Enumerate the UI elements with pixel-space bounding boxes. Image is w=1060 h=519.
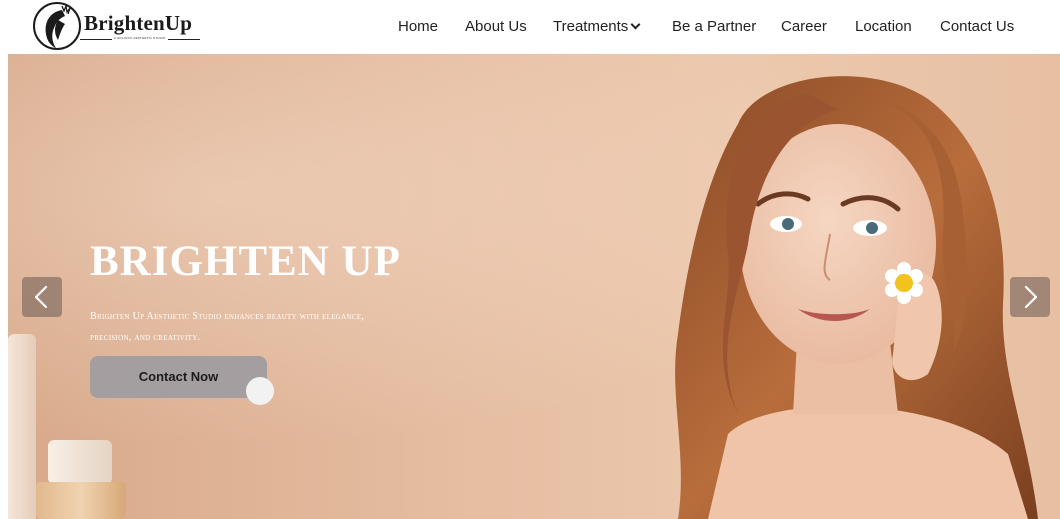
brand-tagline: A HOLISTIC AESTHETIC STUDIO: [112, 36, 168, 40]
contact-now-button[interactable]: Contact Now: [90, 356, 267, 398]
nav-career[interactable]: Career: [781, 18, 827, 36]
nav-location[interactable]: Location: [855, 18, 912, 36]
hero-title: BRIGHTEN UP: [90, 238, 401, 285]
brand-name: BrightenUp: [84, 11, 193, 35]
hero-model-image: [675, 76, 1038, 519]
hero-slider: BRIGHTEN UP Brighten Up Aesthetic Studio…: [8, 54, 1060, 519]
hero-subtitle: Brighten Up Aesthetic Studio enhances be…: [90, 311, 365, 343]
slider-prev-button[interactable]: [22, 277, 62, 317]
nav-be-a-partner[interactable]: Be a Partner: [672, 18, 756, 36]
brand-logo[interactable]: BrightenUp A HOLISTIC AESTHETIC STUDIO: [32, 0, 207, 52]
cosmetic-jar-lid-image: [48, 440, 112, 484]
cosmetic-jar-image: [36, 482, 126, 519]
nav-treatments-label: Treatments: [553, 18, 629, 35]
chevron-left-icon: [34, 285, 48, 309]
nav-about-us[interactable]: About Us: [465, 18, 527, 36]
nav-treatments[interactable]: Treatments: [553, 18, 641, 36]
nav-contact-us[interactable]: Contact Us: [940, 18, 1014, 36]
cursor-indicator: [246, 377, 274, 405]
woman-silhouette-logo-icon: [33, 2, 81, 50]
cosmetic-bottle-image: [8, 334, 36, 519]
site-header: BrightenUp A HOLISTIC AESTHETIC STUDIO H…: [0, 0, 1060, 54]
slider-next-button[interactable]: [1010, 277, 1050, 317]
nav-home[interactable]: Home: [398, 18, 438, 36]
chevron-down-icon: [630, 19, 641, 30]
chevron-right-icon: [1024, 285, 1038, 309]
